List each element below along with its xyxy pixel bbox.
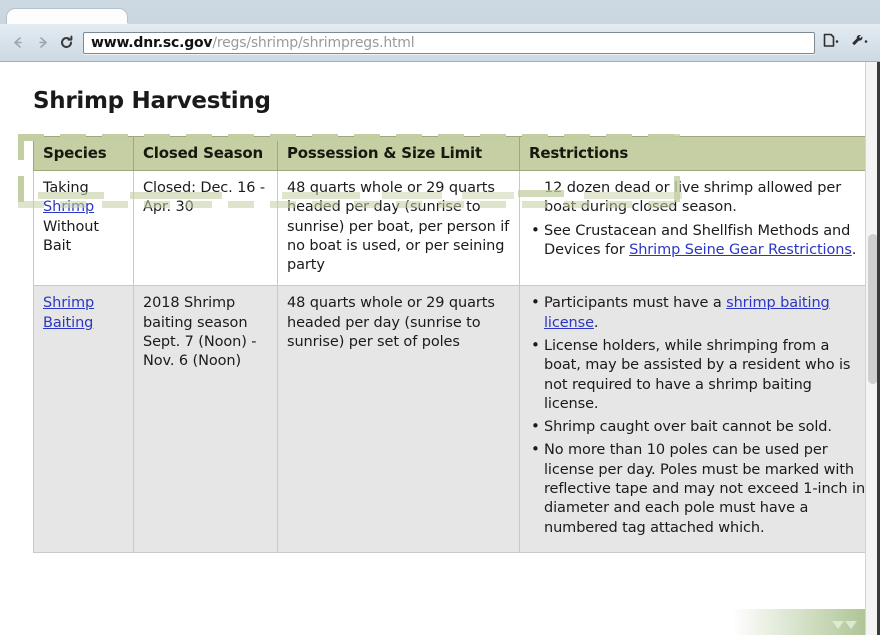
shrimp-seine-gear-restrictions-link[interactable]: Shrimp Seine Gear Restrictions [629,242,852,258]
browser-chrome: www.dnr.sc.gov /regs/shrimp/shrimpregs.h… [0,0,880,62]
restriction-text-after: . [851,241,857,258]
cell-possession: 48 quarts whole or 29 quarts headed per … [277,169,520,287]
table-header-row: Species Closed Season Possession & Size … [33,136,880,171]
wrench-menu-icon[interactable] [850,33,868,52]
tab-strip [0,0,880,28]
screenshot-root: www.dnr.sc.gov /regs/shrimp/shrimpregs.h… [0,0,880,635]
address-bar[interactable]: www.dnr.sc.gov /regs/shrimp/shrimpregs.h… [83,31,815,54]
toolbar-buttons [823,33,880,52]
column-header-closed-season: Closed Season [133,136,278,171]
restrictions-list: 12 dozen dead or live shrimp allowed per… [529,179,870,260]
cell-closed-season: Closed: Dec. 16 - Apr. 30 [133,169,278,287]
back-arrow-icon[interactable] [11,35,26,50]
forward-arrow-icon[interactable] [35,35,50,50]
cell-species: Shrimp Baiting [33,285,134,553]
restriction-text: 12 dozen dead or live shrimp allowed per… [544,180,842,216]
column-header-species: Species [33,136,134,171]
url-host-text: www.dnr.sc.gov [91,34,213,51]
list-item: See Crustacean and Shellfish Methods and… [529,221,870,261]
page-menu-icon[interactable] [823,33,840,52]
page-viewport: Shrimp Harvesting Species Closed Season … [0,62,880,635]
column-header-possession: Possession & Size Limit [277,136,520,171]
cell-possession: 48 quarts whole or 29 quarts headed per … [277,285,520,553]
cell-restrictions: Participants must have a shrimp baiting … [519,285,880,553]
page-title: Shrimp Harvesting [33,88,271,114]
navigation-buttons [0,35,74,50]
column-header-restrictions: Restrictions [519,136,880,171]
table-row: Taking Shrimp Without Bait Closed: Dec. … [33,169,880,287]
restriction-text-after: . [593,314,599,331]
list-item: No more than 10 poles can be used per li… [529,440,870,537]
shrimp-harvesting-table: Species Closed Season Possession & Size … [33,136,880,553]
species-suffix-text: Without Bait [43,218,99,254]
list-item: 12 dozen dead or live shrimp allowed per… [529,179,870,218]
list-item: Participants must have a shrimp baiting … [529,293,870,333]
shrimp-baiting-link[interactable]: Shrimp Baiting [43,295,94,330]
list-item: License holders, while shrimping from a … [529,336,870,414]
reload-icon[interactable] [59,35,74,50]
browser-toolbar: www.dnr.sc.gov /regs/shrimp/shrimpregs.h… [0,24,880,62]
shrimp-link[interactable]: Shrimp [43,199,94,215]
url-path-text: /regs/shrimp/shrimpregs.html [212,34,415,51]
restrictions-list: Participants must have a shrimp baiting … [529,293,870,537]
page-content: Shrimp Harvesting Species Closed Season … [0,62,880,635]
species-prefix-text: Taking [43,180,89,196]
cell-species: Taking Shrimp Without Bait [33,169,134,287]
table-row: Shrimp Baiting 2018 Shrimp baiting seaso… [33,285,880,553]
list-item: Shrimp caught over bait cannot be sold. [529,417,870,437]
cell-closed-season: 2018 Shrimp baiting season Sept. 7 (Noon… [133,285,278,553]
cell-restrictions: 12 dozen dead or live shrimp allowed per… [519,169,880,287]
restriction-text: Participants must have a [544,295,727,312]
